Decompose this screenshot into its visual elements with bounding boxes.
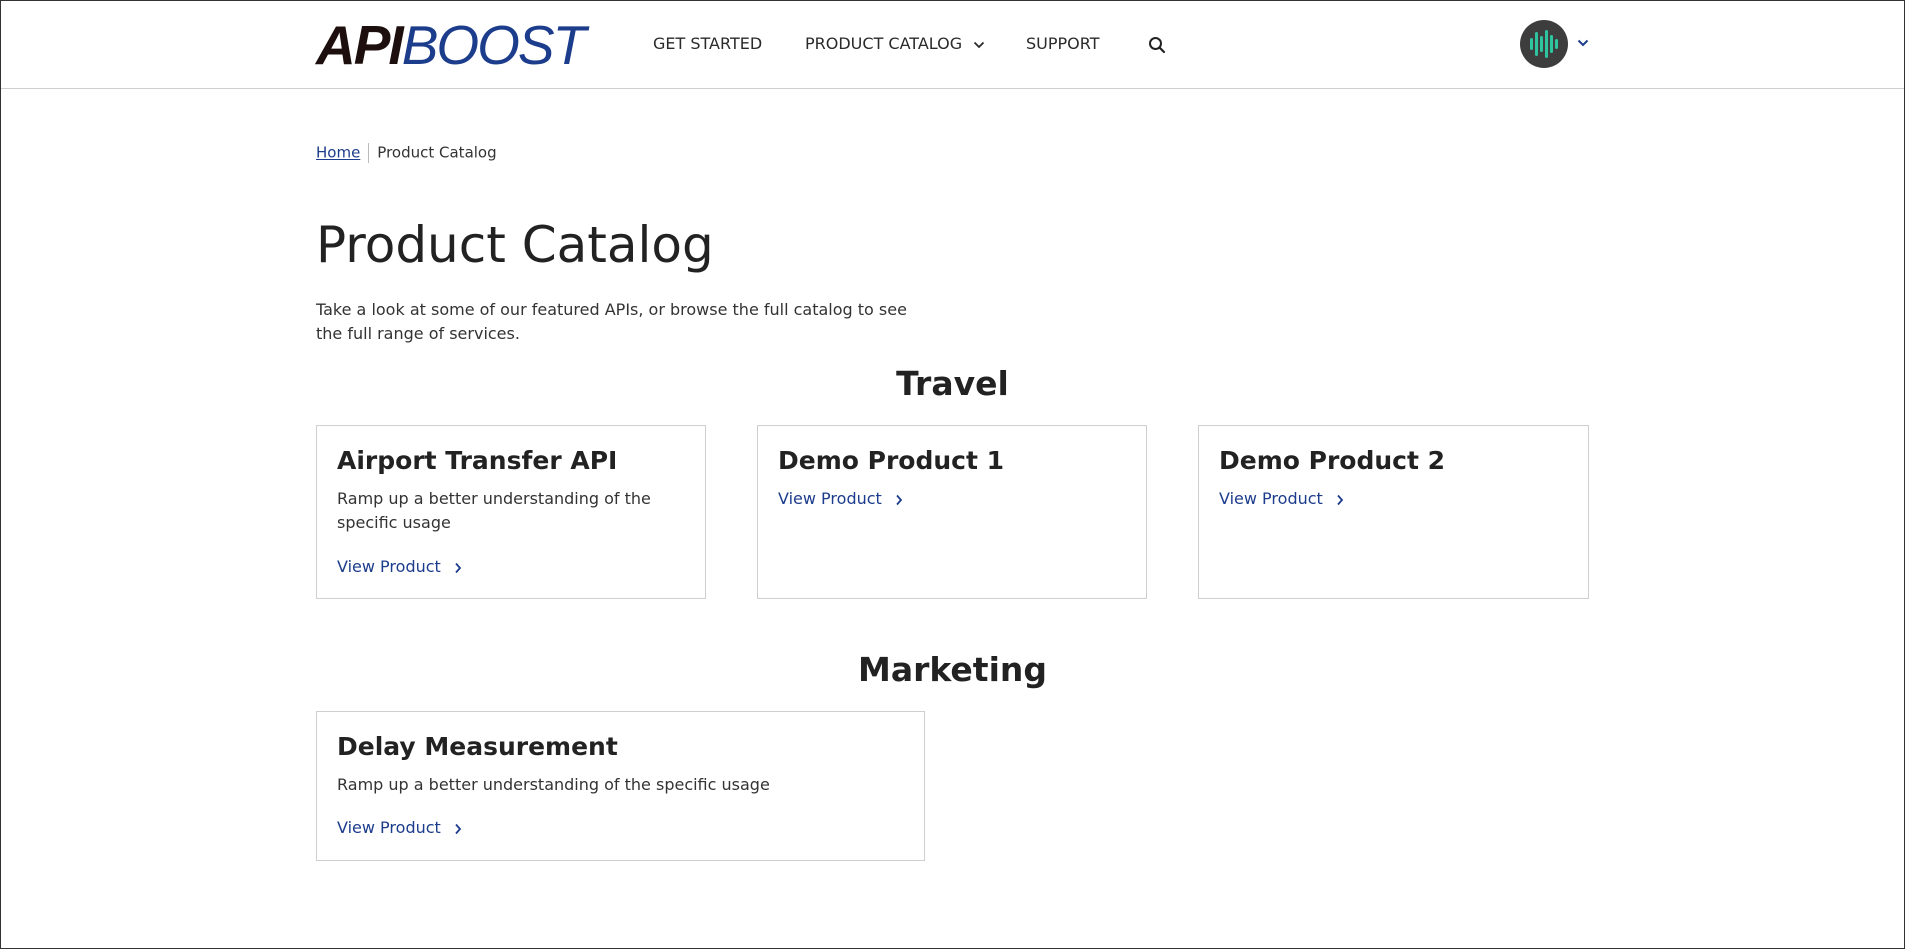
product-card-title: Airport Transfer API <box>337 446 618 475</box>
product-card-description: Ramp up a better understanding of the sp… <box>337 489 651 532</box>
section-title-marketing: Marketing <box>857 650 1048 689</box>
avatar[interactable] <box>1520 20 1568 68</box>
site-header: APIBOOST GET STARTED PRODUCT CATALOG SUP… <box>0 0 1905 89</box>
nav-product-catalog[interactable]: PRODUCT CATALOG <box>805 34 985 53</box>
breadcrumb-current: Product Catalog <box>377 143 497 162</box>
waveform-icon <box>1530 30 1558 58</box>
product-card: Demo Product 2 View Product <box>1198 425 1589 599</box>
view-product-label: View Product <box>778 489 882 508</box>
page-intro: Take a look at some of our featured APIs… <box>316 300 907 343</box>
chevron-down-icon <box>974 41 985 48</box>
breadcrumb: Home Product Catalog <box>316 143 497 163</box>
chevron-right-icon <box>455 562 462 573</box>
page-title: Product Catalog <box>316 216 714 274</box>
apiboost-logo[interactable]: APIBOOST <box>316 16 586 74</box>
product-card-title: Demo Product 2 <box>1219 446 1446 475</box>
chevron-right-icon <box>455 823 462 834</box>
chevron-right-icon <box>896 494 903 505</box>
product-card-title: Delay Measurement <box>337 732 618 761</box>
view-product-link[interactable]: View Product <box>1219 489 1344 508</box>
section-title-travel: Travel <box>896 364 1009 403</box>
product-card-title: Demo Product 1 <box>778 446 1005 475</box>
view-product-link[interactable]: View Product <box>778 489 903 508</box>
product-card: Delay Measurement Ramp up a better under… <box>316 711 925 861</box>
search-icon[interactable] <box>1148 36 1166 54</box>
nav-support[interactable]: SUPPORT <box>1026 34 1099 53</box>
chevron-right-icon <box>1337 494 1344 505</box>
account-chevron-down-icon[interactable] <box>1577 39 1589 47</box>
product-card: Airport Transfer API Ramp up a better un… <box>316 425 706 599</box>
view-product-label: View Product <box>1219 489 1323 508</box>
nav-product-catalog-label: PRODUCT CATALOG <box>805 34 963 53</box>
breadcrumb-home[interactable]: Home <box>316 144 360 162</box>
nav-get-started[interactable]: GET STARTED <box>653 34 762 53</box>
view-product-label: View Product <box>337 557 441 576</box>
view-product-link[interactable]: View Product <box>337 557 462 576</box>
product-card: Demo Product 1 View Product <box>757 425 1147 599</box>
breadcrumb-separator <box>368 143 370 163</box>
product-card-description: Ramp up a better understanding of the sp… <box>337 775 770 794</box>
view-product-link[interactable]: View Product <box>337 818 462 837</box>
view-product-label: View Product <box>337 818 441 837</box>
